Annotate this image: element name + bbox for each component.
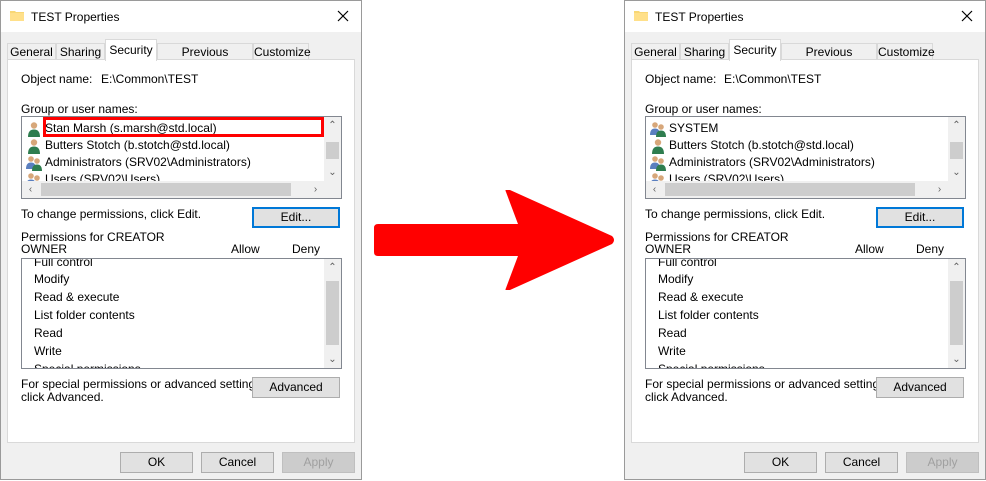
tab-sharing[interactable]: Sharing [680,43,729,60]
arrow-right-icon [374,190,614,290]
apply-button[interactable]: Apply [282,452,355,473]
object-name-value: E:\Common\TEST [101,72,199,86]
advanced-text-line2: click Advanced. [645,390,728,404]
close-icon[interactable] [335,8,351,24]
edit-button[interactable]: Edit... [876,207,964,228]
advanced-text: For special permissions or advanced sett… [21,377,265,391]
scroll-right-icon[interactable]: › [307,181,324,198]
advanced-button[interactable]: Advanced [876,377,964,398]
horizontal-scrollbar[interactable]: ‹ › [22,181,341,198]
allow-column-header: Allow [855,242,884,256]
apply-button[interactable]: Apply [906,452,979,473]
folder-icon [634,11,648,21]
close-icon[interactable] [959,8,975,24]
permission-row: Read & execute [658,290,744,304]
scroll-up-icon[interactable]: ⌃ [324,117,341,134]
deny-column-header: Deny [292,242,321,256]
permission-row: Special permissions [658,362,765,369]
ok-button[interactable]: OK [120,452,193,473]
cancel-button[interactable]: Cancel [201,452,274,473]
advanced-text-line2: click Advanced. [21,390,104,404]
scroll-thumb[interactable] [326,142,339,159]
scroll-down-icon[interactable]: ⌄ [948,164,965,181]
ok-button[interactable]: OK [744,452,817,473]
advanced-button[interactable]: Advanced [252,377,340,398]
advanced-text: For special permissions or advanced sett… [645,377,889,391]
scroll-thumb[interactable] [950,281,963,345]
properties-dialog-before: TEST Properties General Sharing Security… [0,0,362,480]
permission-row: Special permissions [34,362,141,369]
scroll-thumb[interactable] [41,183,291,196]
scroll-thumb[interactable] [326,281,339,345]
permission-row: Read [658,326,687,340]
group-label: Group or user names: [21,102,138,116]
permission-row: Write [658,344,686,358]
tab-general[interactable]: General [631,43,680,60]
scroll-left-icon[interactable]: ‹ [646,181,663,198]
change-permissions-text: To change permissions, click Edit. [21,207,202,221]
user-icon [28,122,40,137]
scroll-down-icon[interactable]: ⌄ [324,164,341,181]
tab-previous-versions[interactable]: Previous Versions [781,43,877,75]
scroll-thumb[interactable] [950,142,963,159]
title-bar: TEST Properties [625,1,985,32]
permissions-list: Full control Modify Read & execute List … [21,258,342,369]
permissions-list: Full control Modify Read & execute List … [645,258,966,369]
permission-row: Write [34,344,62,358]
scroll-left-icon[interactable]: ‹ [22,181,39,198]
permission-row: Read [34,326,63,340]
edit-button[interactable]: Edit... [252,207,340,228]
tab-sharing[interactable]: Sharing [56,43,105,60]
allow-column-header: Allow [231,242,260,256]
tab-previous-versions[interactable]: Previous Versions [157,43,253,75]
scroll-up-icon[interactable]: ⌃ [948,259,965,276]
highlight-box [43,117,324,137]
tab-customize[interactable]: Customize [253,43,311,60]
horizontal-scrollbar[interactable]: ‹ › [646,181,965,198]
scroll-up-icon[interactable]: ⌃ [948,117,965,134]
group-icon [650,156,666,171]
group-icon [650,122,666,137]
scroll-right-icon[interactable]: › [931,181,948,198]
properties-dialog-after: TEST Properties General Sharing Security… [624,0,986,480]
vertical-scrollbar[interactable]: ⌃ ⌄ [948,117,965,181]
vertical-scrollbar[interactable]: ⌃ ⌄ [324,259,341,368]
folder-icon [10,11,24,21]
scroll-thumb[interactable] [665,183,915,196]
user-icon [652,139,664,154]
tab-customize[interactable]: Customize [877,43,935,60]
permission-row: List folder contents [34,308,135,322]
vertical-scrollbar[interactable]: ⌃ ⌄ [324,117,341,181]
permission-row: Read & execute [34,290,120,304]
permission-row: List folder contents [658,308,759,322]
permission-row: Modify [34,272,70,286]
vertical-scrollbar[interactable]: ⌃ ⌄ [948,259,965,368]
tab-general[interactable]: General [7,43,56,60]
permission-row: Modify [658,272,694,286]
group-icon [26,156,42,171]
user-icon [28,139,40,154]
scroll-up-icon[interactable]: ⌃ [324,259,341,276]
tab-security[interactable]: Security [105,39,157,61]
dialog-title: TEST Properties [655,10,744,24]
cancel-button[interactable]: Cancel [825,452,898,473]
group-label: Group or user names: [645,102,762,116]
deny-column-header: Deny [916,242,945,256]
title-bar: TEST Properties [1,1,361,32]
user-list[interactable]: SYSTEM Butters Stotch (b.stotch@std.loca… [645,116,966,199]
object-name-value: E:\Common\TEST [724,72,822,86]
tab-security[interactable]: Security [729,39,781,61]
permissions-label-owner: OWNER [21,242,67,256]
object-name-label: Object name: [645,72,717,86]
dialog-title: TEST Properties [31,10,120,24]
scroll-down-icon[interactable]: ⌄ [948,351,965,368]
change-permissions-text: To change permissions, click Edit. [645,207,826,221]
permissions-label-owner: OWNER [645,242,691,256]
object-name-label: Object name: [21,72,93,86]
scroll-down-icon[interactable]: ⌄ [324,351,341,368]
